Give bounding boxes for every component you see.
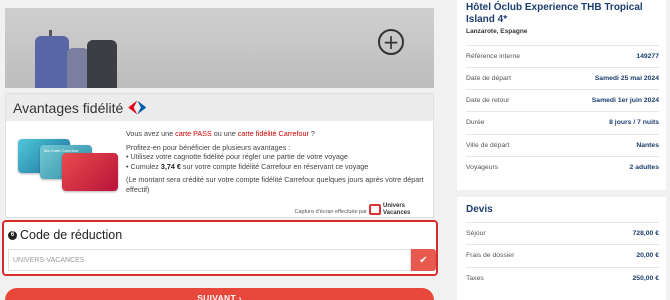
check-icon: ✔ bbox=[419, 254, 428, 266]
info-row: Voyageurs 2 adultes bbox=[466, 156, 659, 178]
fidelity-intro: Vous avez une carte PASS ou une carte fi… bbox=[126, 129, 315, 138]
quote-row: Frais de dossier 20,00 € bbox=[466, 244, 659, 266]
info-row: Date de retour Samedi 1er juin 2024 bbox=[466, 89, 659, 111]
fidelity-note: (Le montant sera crédité sur votre compt… bbox=[126, 175, 424, 194]
booking-page: + Avantages fidélité Ma Carte Carrefour … bbox=[0, 0, 670, 300]
quote-panel: Devis Séjour 728,00 € Frais de dossier 20,… bbox=[457, 197, 666, 300]
fidelity-header: Avantages fidélité bbox=[6, 94, 433, 121]
fidelity-body: Ma Carte Carrefour Vous avez une carte P… bbox=[6, 121, 433, 219]
univers-vacances-logo: Univers Vacances bbox=[369, 203, 411, 217]
info-row: Durée 8 jours / 7 nuits bbox=[466, 111, 659, 133]
suitcase-image bbox=[67, 48, 89, 88]
trip-summary-panel: Hôtel Óclub Experience THB Tropical Isla… bbox=[457, 0, 666, 190]
hotel-location: Lanzarote, Espagne bbox=[466, 28, 528, 35]
quote-row: Séjour 728,00 € bbox=[466, 222, 659, 244]
cashback-amount: 3,74 € bbox=[160, 161, 181, 171]
next-button[interactable]: SUIVANT › bbox=[5, 288, 434, 300]
suitcase-image bbox=[87, 40, 117, 88]
carrefour-card-link[interactable]: carte fidélité Carrefour bbox=[238, 129, 309, 138]
apply-code-button[interactable]: ✔ bbox=[411, 249, 436, 271]
reduction-title: 6 Code de réduction bbox=[8, 228, 122, 242]
capture-note: Capture d'écran effectuée par bbox=[294, 209, 368, 215]
benefits-intro: Profitez-en pour bénéficier de plusieurs… bbox=[126, 142, 291, 152]
fidelity-panel: Avantages fidélité Ma Carte Carrefour Vo… bbox=[5, 93, 434, 218]
quote-title: Devis bbox=[466, 204, 493, 215]
luggage-banner: + bbox=[5, 8, 434, 88]
add-option-button[interactable]: + bbox=[378, 29, 404, 55]
carrefour-logo-icon bbox=[128, 100, 147, 115]
info-row: Ville de départ Nantes bbox=[466, 134, 659, 156]
fidelity-text: Vous avez une carte PASS ou une carte fi… bbox=[126, 129, 426, 198]
loyalty-cards-image: Ma Carte Carrefour bbox=[18, 133, 118, 205]
fidelity-title: Avantages fidélité bbox=[13, 99, 124, 116]
carrefour-card-red-image bbox=[62, 153, 118, 191]
quote-row: Taxes 250,00 € bbox=[466, 267, 659, 289]
benefit-item: • Utilisez votre cagnotte fidélité pour … bbox=[126, 152, 348, 161]
pass-link[interactable]: carte PASS bbox=[175, 129, 212, 138]
step-number-badge: 6 bbox=[8, 230, 17, 240]
promo-code-input[interactable] bbox=[8, 249, 411, 271]
reduction-code-panel: 6 Code de réduction ✔ bbox=[2, 220, 438, 276]
benefit-item: • Cumulez 3,74 € sur votre compte fidéli… bbox=[126, 161, 369, 171]
hotel-name: Hôtel Óclub Experience THB Tropical Isla… bbox=[466, 2, 643, 25]
logo-mark-icon bbox=[369, 204, 381, 215]
info-row: Référence interne 149277 bbox=[466, 45, 659, 67]
suitcase-image bbox=[35, 36, 69, 88]
info-row: Date de départ Samedi 25 mai 2024 bbox=[466, 67, 659, 89]
